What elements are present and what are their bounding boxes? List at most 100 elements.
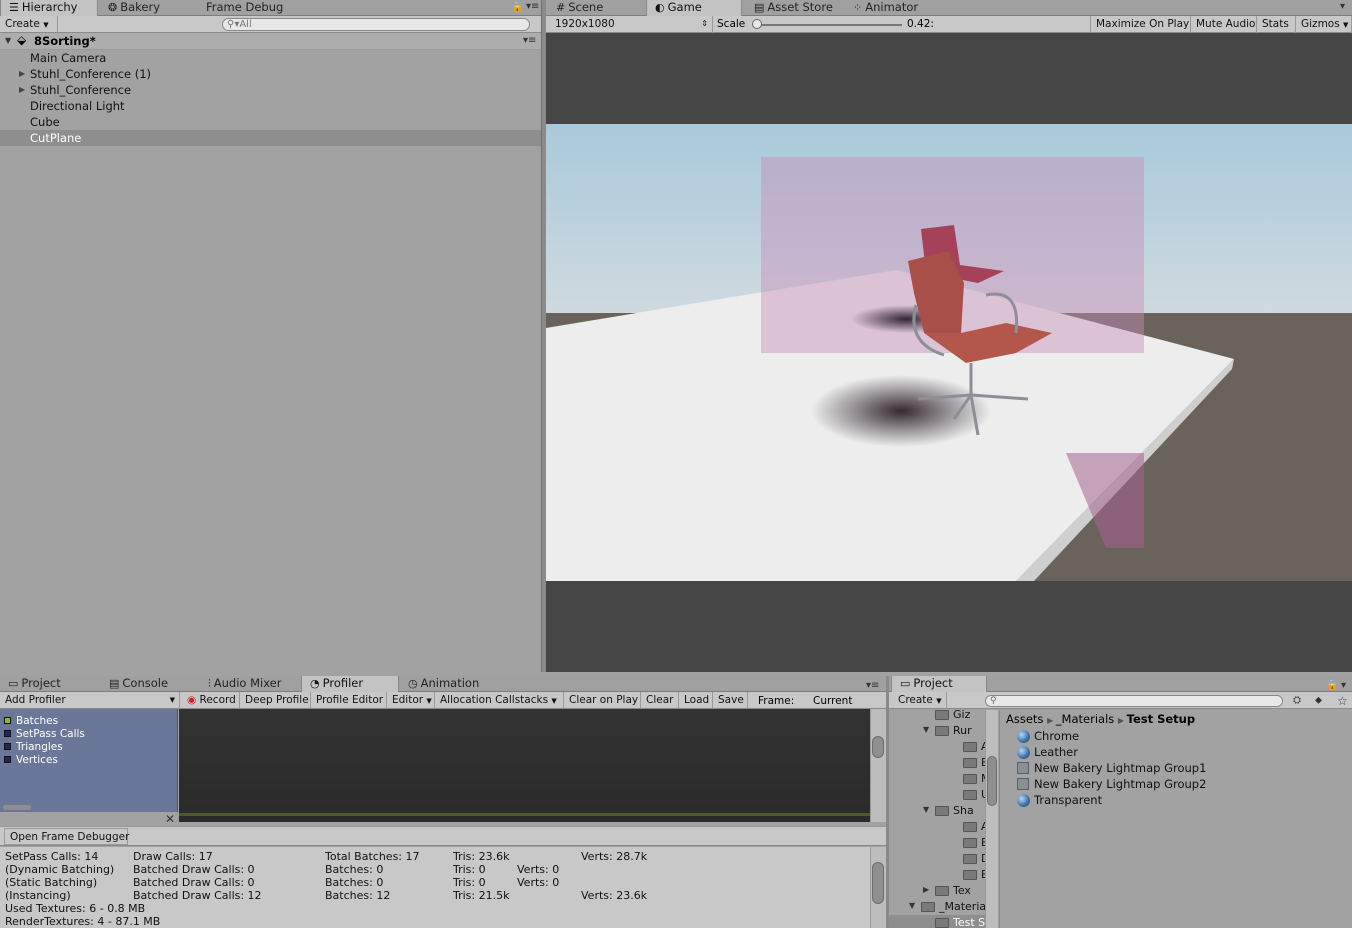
stat-value: Tris: 23.6k (453, 850, 510, 863)
tree-item-label[interactable]: Giz (953, 710, 970, 721)
graph-scroll-thumb[interactable] (872, 736, 884, 758)
tab-hierarchy[interactable]: ☰ Hierarchy (0, 0, 98, 16)
scene-header[interactable]: ▼ ⬙ 8Sorting* ▾≡ (0, 33, 541, 50)
fold-closed-icon[interactable]: ▶ (19, 82, 25, 98)
add-profiler-dropdown[interactable]: Add Profiler ▼ (0, 692, 180, 709)
asset-item[interactable]: New Bakery Lightmap Group1 (1017, 760, 1206, 776)
tab-asset-store[interactable]: ▤ Asset Store (746, 0, 844, 16)
hierarchy-item[interactable]: CutPlane (0, 130, 541, 146)
tab-animator[interactable]: ⁘ Animator (845, 0, 943, 16)
panel-menu-icon[interactable]: ▾≡ (866, 680, 879, 691)
panel-menu-icon[interactable]: ▾ (1340, 1, 1345, 12)
project-create-dropdown[interactable]: Create ▼ (893, 692, 947, 709)
deep-profile-button[interactable]: Deep Profile (240, 692, 311, 709)
tab-bakery[interactable]: ❂ Bakery (100, 0, 190, 16)
tab-frame-debug[interactable]: Frame Debug (198, 0, 298, 16)
load-button[interactable]: Load (679, 692, 713, 709)
tab-project[interactable]: ▭ Project (0, 676, 100, 692)
editor-dropdown[interactable]: Editor ▼ (387, 692, 435, 709)
search-input[interactable]: ⚲▾All (222, 18, 530, 31)
mixer-icon: ⫶ (208, 677, 211, 690)
fold-closed-icon[interactable]: ▶ (19, 66, 25, 82)
tab-animation[interactable]: ◷ Animation (400, 676, 500, 692)
legend-item[interactable]: Batches (4, 715, 58, 728)
asset-item[interactable]: Leather (1017, 744, 1078, 760)
legend-item[interactable]: Vertices (4, 754, 58, 767)
legend-label: Vertices (16, 754, 58, 766)
allocation-callstacks-dropdown[interactable]: Allocation Callstacks ▼ (435, 692, 564, 709)
folder-icon (963, 822, 977, 832)
asset-item[interactable]: Transparent (1017, 792, 1102, 808)
open-frame-debugger-button[interactable]: Open Frame Debugger (4, 828, 129, 845)
fold-open-icon[interactable]: ▼ (5, 36, 11, 45)
scene-menu-icon[interactable]: ▾≡ (523, 35, 536, 46)
tab-game[interactable]: ◐ Game (646, 0, 742, 16)
breadcrumb-materials[interactable]: _Materials (1056, 712, 1114, 726)
hierarchy-item[interactable]: Main Camera (0, 50, 541, 66)
stats-scroll-thumb[interactable] (872, 862, 884, 904)
legend-scrollbar[interactable] (3, 805, 31, 810)
stat-value: SetPass Calls: 14 (5, 850, 99, 863)
hierarchy-toolbar: Create ▼ ⚲▾All (0, 16, 543, 33)
hierarchy-item[interactable]: ▶ Stuhl_Conference (0, 82, 541, 98)
panel-menu-icon[interactable]: ▾≡ (526, 1, 539, 12)
resolution-dropdown[interactable]: 1920x1080 ⇕ (550, 16, 713, 33)
maximize-on-play-button[interactable]: Maximize On Play (1090, 16, 1191, 33)
tree-item-label[interactable]: Tex (953, 884, 971, 897)
asset-item-label: Transparent (1034, 793, 1103, 807)
stat-value: Verts: 28.7k (581, 850, 648, 863)
profiler-graph[interactable] (179, 709, 870, 822)
lock-icon[interactable]: 🔒 (1326, 680, 1338, 691)
legend-item[interactable]: Triangles (4, 741, 63, 754)
close-icon[interactable]: ✕ (165, 812, 175, 826)
tree-scrollbar[interactable] (985, 710, 998, 928)
filter-type-icon[interactable]: ⛭ (1293, 695, 1301, 706)
panel-menu-icon[interactable]: ▾ (1341, 680, 1346, 691)
clear-on-play-button[interactable]: Clear on Play (564, 692, 641, 709)
breadcrumb-assets[interactable]: Assets (1006, 712, 1043, 726)
hierarchy-item[interactable]: Cube (0, 114, 541, 130)
unity-scene-icon: ⬙ (17, 33, 27, 47)
updown-arrow-icon: ⇕ (701, 19, 708, 28)
hierarchy-item[interactable]: Directional Light (0, 98, 541, 114)
hierarchy-item[interactable]: ▶ Stuhl_Conference (1) (0, 66, 541, 82)
asset-item[interactable]: Chrome (1017, 728, 1079, 744)
scale-slider-thumb[interactable] (752, 19, 762, 29)
tab-console[interactable]: ▤ Console (101, 676, 199, 692)
fold-open-icon[interactable]: ▼ (923, 805, 929, 814)
mute-audio-button[interactable]: Mute Audio (1191, 16, 1257, 33)
fold-open-icon[interactable]: ▼ (909, 901, 915, 910)
tab-profiler[interactable]: ◔ Profiler (301, 676, 399, 692)
profiler-panel: ▭ Project ▤ Console ⫶ Audio Mixer ◔ Profiler… (0, 676, 886, 928)
stats-button[interactable]: Stats (1257, 16, 1296, 33)
legend-item[interactable]: SetPass Calls (4, 728, 85, 741)
hierarchy-item-label: Stuhl_Conference (1) (30, 67, 151, 81)
save-button[interactable]: Save (713, 692, 748, 709)
hierarchy-item-label: Directional Light (30, 99, 125, 113)
tab-scene[interactable]: # Scene (548, 0, 644, 16)
scale-slider-track[interactable] (754, 24, 902, 26)
asset-item[interactable]: New Bakery Lightmap Group2 (1017, 776, 1206, 792)
tree-item-label[interactable]: Test S (953, 916, 985, 928)
project-search-input[interactable]: ⚲ (985, 695, 1283, 707)
clear-button[interactable]: Clear (641, 692, 679, 709)
fold-closed-icon[interactable]: ▶ (923, 885, 929, 894)
tree-item-label[interactable]: _Materia (939, 900, 985, 913)
graph-scrollbar[interactable] (870, 709, 886, 822)
record-button[interactable]: ◉ Record (182, 692, 240, 709)
favorite-star-icon[interactable]: ☆ (1337, 694, 1348, 708)
game-viewport[interactable] (546, 33, 1352, 672)
tree-item-label[interactable]: Sha (953, 804, 974, 817)
lock-icon[interactable]: 🔒 (511, 2, 523, 13)
project-toolbar: Create ▼ ⚲ ⛭ ⬥ ☆ (889, 692, 1352, 709)
label-icon[interactable]: ⬥ (1315, 695, 1322, 706)
profile-editor-button[interactable]: Profile Editor (311, 692, 387, 709)
tab-audio-mixer[interactable]: ⫶ Audio Mixer (200, 676, 298, 692)
fold-open-icon[interactable]: ▼ (923, 725, 929, 734)
tree-scroll-thumb[interactable] (987, 756, 997, 806)
create-dropdown[interactable]: Create ▼ (0, 16, 58, 33)
tab-project-2[interactable]: ▭ Project (891, 676, 987, 692)
top-letterbox (546, 33, 1352, 124)
tree-item-label[interactable]: Rur (953, 724, 972, 737)
gizmos-dropdown[interactable]: Gizmos ▼ (1296, 16, 1352, 33)
